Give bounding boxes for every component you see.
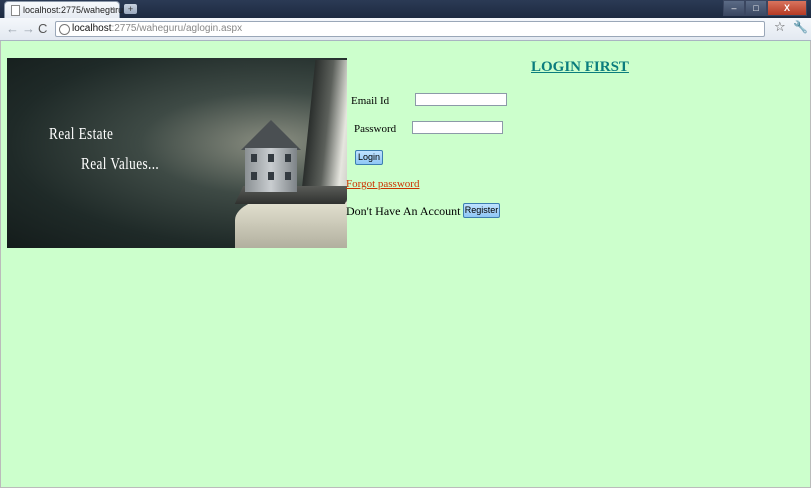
house-window [251, 154, 257, 162]
banner-tagline-1: Real Estate [49, 124, 114, 143]
login-button[interactable]: Login [355, 150, 383, 165]
page-icon [11, 5, 20, 16]
browser-toolbar: ← → C localhost:2775/waheguru/aglogin.as… [0, 18, 811, 41]
house-window [285, 172, 291, 180]
house-window [251, 172, 257, 180]
wrench-icon[interactable]: 🔧 [793, 20, 808, 34]
back-icon[interactable]: ← [6, 21, 19, 37]
url-text[interactable]: localhost:2775/waheguru/aglogin.aspx [72, 23, 242, 34]
browser-tab[interactable]: localhost:2775/waheguru... × [4, 1, 131, 18]
tab-close-icon[interactable]: × [110, 4, 115, 14]
email-field[interactable] [415, 93, 507, 106]
password-field[interactable] [412, 121, 503, 134]
login-heading: LOGIN FIRST [531, 59, 629, 75]
url-path: :2775/waheguru/aglogin.aspx [111, 23, 243, 34]
register-button[interactable]: Register [463, 203, 500, 218]
no-account-text: Don't Have An Account [346, 204, 461, 218]
house-window [268, 154, 274, 162]
url-host: localhost [72, 23, 112, 34]
minimize-button[interactable]: – [723, 0, 745, 16]
new-tab-button[interactable]: + [124, 4, 137, 14]
password-label: Password [354, 123, 397, 135]
window-titlebar: localhost:2775/waheguru... × + – □ X [0, 0, 811, 18]
forward-icon[interactable]: → [22, 21, 35, 37]
maximize-button[interactable]: □ [745, 0, 767, 16]
house-window [285, 154, 291, 162]
house-body [245, 148, 297, 192]
address-bar[interactable]: localhost:2775/waheguru/aglogin.aspx [55, 21, 765, 37]
email-label: Email Id [351, 95, 390, 107]
bookmark-star-icon[interactable]: ☆ [774, 20, 786, 35]
house-window [268, 172, 274, 180]
house-model-graphic [241, 120, 301, 192]
page-content: Real Estate Real Values... LOGIN FIRST E… [0, 41, 811, 488]
banner-image: Real Estate Real Values... [7, 58, 347, 248]
forgot-password-link[interactable]: Forgot password [346, 178, 419, 190]
house-roof [241, 120, 301, 150]
globe-icon [59, 24, 70, 35]
reload-icon[interactable]: C [38, 21, 47, 37]
window-controls: – □ X [723, 0, 807, 16]
banner-tagline-2: Real Values... [81, 154, 160, 173]
close-window-button[interactable]: X [767, 0, 807, 16]
